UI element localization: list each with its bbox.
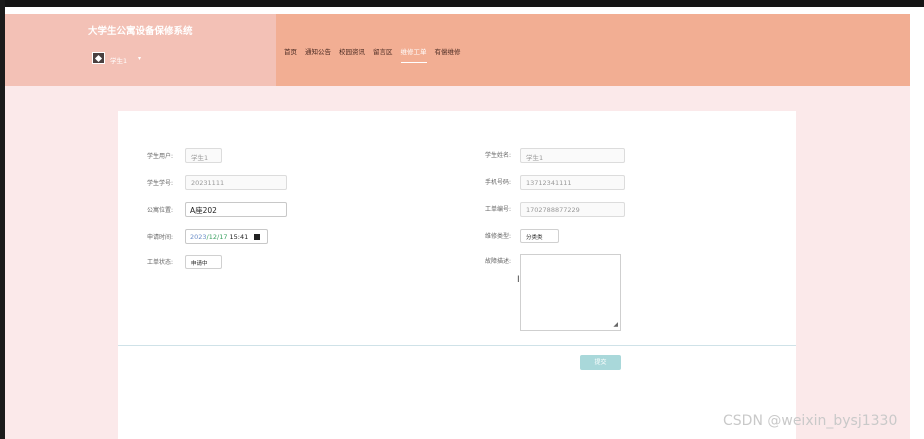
student-name-field[interactable]: 学生1 bbox=[520, 148, 625, 163]
order-no-field[interactable]: 1702788877229 bbox=[520, 202, 625, 217]
resize-handle-icon[interactable]: ◢ bbox=[613, 322, 618, 328]
repair-type-label: 维修类型: bbox=[485, 233, 512, 240]
repair-type-select[interactable]: 分类类 bbox=[520, 229, 559, 243]
nav-item-campus-news[interactable]: 校园资讯 bbox=[339, 46, 365, 56]
calendar-icon[interactable] bbox=[254, 234, 261, 240]
student-name-label: 学生姓名: bbox=[485, 152, 512, 159]
student-no-field[interactable]: 20231111 bbox=[185, 175, 287, 190]
nav-item-message-board[interactable]: 留言区 bbox=[373, 46, 393, 56]
apt-location-label: 公寓位置: bbox=[147, 207, 174, 214]
apply-time-monthday: /12/17 bbox=[206, 233, 228, 241]
avatar-icon bbox=[94, 54, 103, 63]
fault-desc-label: 故障描述: bbox=[485, 258, 512, 265]
nav-item-home[interactable]: 首页 bbox=[284, 46, 297, 56]
nav-item-paid-repair[interactable]: 有偿维修 bbox=[435, 46, 461, 56]
apply-time-year: 2023 bbox=[190, 233, 207, 241]
user-name[interactable]: 学生1 bbox=[110, 55, 127, 65]
student-user-label: 学生用户: bbox=[147, 153, 174, 160]
student-no-label: 学生学号: bbox=[147, 180, 174, 187]
chevron-down-icon[interactable]: ▾ bbox=[138, 55, 141, 62]
apply-time-hm: 15:41 bbox=[227, 233, 249, 241]
order-status-select[interactable]: 申请中 bbox=[185, 255, 222, 269]
order-no-label: 工单编号: bbox=[485, 206, 512, 213]
apply-time-label: 申请时间: bbox=[147, 234, 174, 241]
submit-button[interactable]: 提交 bbox=[580, 355, 621, 370]
watermark: CSDN @weixin_bysj1330 bbox=[723, 413, 898, 429]
apt-location-field[interactable]: A座202 bbox=[185, 202, 287, 217]
order-status-label: 工单状态: bbox=[147, 259, 174, 266]
main-nav: 首页 通知公告 校园资讯 留言区 维修工单 有偿维修 bbox=[284, 46, 461, 63]
text-cursor-icon: I bbox=[517, 275, 520, 285]
site-title: 大学生公寓设备保修系统 bbox=[88, 26, 193, 37]
nav-item-notices[interactable]: 通知公告 bbox=[305, 46, 331, 56]
fault-desc-textarea[interactable]: ◢ bbox=[520, 254, 621, 331]
nav-item-repair-orders[interactable]: 维修工单 bbox=[400, 46, 427, 63]
window-right-margin bbox=[910, 7, 924, 439]
phone-label: 手机号码: bbox=[485, 179, 512, 186]
student-user-field[interactable]: 学生1 bbox=[185, 148, 222, 163]
avatar[interactable] bbox=[92, 52, 105, 64]
phone-field[interactable]: 13712341111 bbox=[520, 175, 625, 190]
window-top-border bbox=[0, 0, 924, 7]
browser-viewport: 大学生公寓设备保修系统 学生1 ▾ 首页 通知公告 校园资讯 留言区 维修工单 … bbox=[0, 0, 924, 439]
form-divider bbox=[118, 345, 796, 346]
apply-time-field[interactable]: 2023/12/17 15:41 bbox=[185, 229, 268, 244]
